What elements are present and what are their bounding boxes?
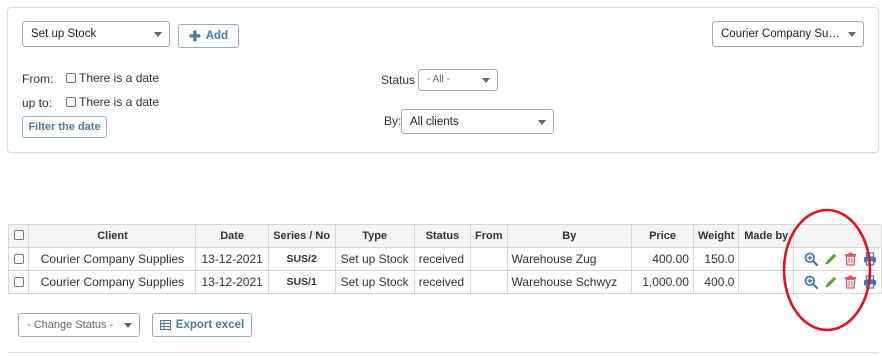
cell-weight: 150.0 (692, 247, 740, 271)
row-select-cell[interactable] (7, 247, 30, 271)
chevron-down-icon (154, 32, 162, 37)
chevron-down-icon (848, 32, 856, 37)
cell-type: Set up Stock (334, 247, 415, 271)
upto-label: up to: (22, 96, 53, 110)
column-header-date[interactable]: Date (195, 224, 269, 248)
column-header-actions (792, 224, 882, 248)
trash-icon[interactable] (844, 252, 857, 266)
zoom-in-icon[interactable] (804, 252, 818, 266)
trash-icon[interactable] (844, 275, 857, 289)
cell-price: 1,000.00 (631, 270, 694, 294)
cell-weight: 400.0 (692, 270, 740, 294)
by-select-value: All clients (410, 116, 459, 128)
column-header-status[interactable]: Status (413, 224, 472, 248)
column-header-price[interactable]: Price (631, 224, 694, 248)
cell-made-by (738, 247, 794, 271)
by-select[interactable]: All clients (401, 109, 554, 134)
column-header-series[interactable]: Series / No (267, 224, 336, 248)
cell-series[interactable]: SUS/2 (267, 247, 336, 271)
column-header-by[interactable]: By (506, 224, 633, 248)
client-select[interactable]: Courier Company Sup… (712, 21, 864, 47)
change-status-select[interactable]: - Change Status - (18, 313, 140, 337)
select-all-checkbox[interactable] (13, 230, 24, 240)
export-excel-button[interactable]: Export excel (152, 313, 252, 337)
status-select-value: - All - (427, 74, 450, 85)
export-excel-label: Export excel (175, 319, 245, 331)
upto-date-checkbox[interactable] (66, 97, 76, 107)
upto-date-checkbox-label: There is a date (79, 95, 160, 109)
add-button-label: Add (205, 30, 229, 42)
from-date-checkbox-wrap[interactable]: There is a date (66, 71, 159, 85)
client-select-value: Courier Company Sup… (721, 28, 847, 40)
status-select[interactable]: - All - (418, 69, 498, 91)
cell-by: Warehouse Zug (506, 247, 633, 271)
row-checkbox[interactable] (13, 277, 24, 287)
cell-by: Warehouse Schwyz (506, 270, 633, 294)
from-label: From: (22, 72, 54, 86)
type-select[interactable]: Set up Stock (22, 21, 170, 47)
column-header-client[interactable]: Client (28, 224, 197, 248)
cell-date: 13-12-2021 (195, 270, 269, 294)
chevron-down-icon (538, 120, 546, 125)
zoom-in-icon[interactable] (804, 275, 818, 289)
documents-table: Client Date Series / No Type Status From… (7, 224, 882, 294)
upto-date-checkbox-wrap[interactable]: There is a date (66, 95, 159, 109)
filter-date-button-label: Filter the date (28, 121, 101, 133)
plus-icon: ✚ (188, 28, 201, 44)
cell-client: Courier Company Supplies (28, 247, 197, 271)
table-icon (159, 320, 171, 330)
select-all-cell[interactable] (7, 224, 30, 248)
table-row: Courier Company Supplies 13-12-2021 SUS/… (7, 270, 882, 294)
column-header-from[interactable]: From (470, 224, 508, 248)
column-header-weight[interactable]: Weight (692, 224, 740, 248)
row-select-cell[interactable] (7, 270, 30, 294)
by-label: By: (384, 114, 402, 128)
type-select-value: Set up Stock (31, 28, 97, 40)
column-header-made-by[interactable]: Made by (738, 224, 794, 248)
cell-from (470, 247, 508, 271)
pencil-icon[interactable] (824, 275, 838, 289)
cell-from (470, 270, 508, 294)
chevron-down-icon (124, 323, 132, 328)
cell-series[interactable]: SUS/1 (267, 270, 336, 294)
filter-panel: Set up Stock ✚ Add Courier Company Sup… … (7, 7, 879, 153)
pencil-icon[interactable] (824, 252, 838, 266)
cell-price: 400.00 (631, 247, 694, 271)
table-header-row: Client Date Series / No Type Status From… (7, 224, 882, 248)
cell-type: Set up Stock (334, 270, 415, 294)
printer-icon[interactable] (863, 275, 877, 289)
filter-date-button[interactable]: Filter the date (22, 116, 107, 138)
cell-actions (792, 247, 882, 271)
cell-status: received (413, 270, 472, 294)
column-header-type[interactable]: Type (334, 224, 415, 248)
from-date-checkbox[interactable] (66, 73, 76, 83)
cell-date: 13-12-2021 (195, 247, 269, 271)
cell-actions (792, 270, 882, 294)
cell-status: received (413, 247, 472, 271)
cell-client: Courier Company Supplies (28, 270, 197, 294)
printer-icon[interactable] (863, 252, 877, 266)
table-row: Courier Company Supplies 13-12-2021 SUS/… (7, 247, 882, 271)
bottom-divider (8, 352, 878, 353)
chevron-down-icon (482, 78, 490, 83)
row-checkbox[interactable] (13, 254, 24, 264)
from-date-checkbox-label: There is a date (79, 71, 160, 85)
change-status-select-value: - Change Status - (27, 319, 114, 331)
status-label: Status (381, 73, 416, 87)
add-button[interactable]: ✚ Add (178, 24, 239, 48)
cell-made-by (738, 270, 794, 294)
